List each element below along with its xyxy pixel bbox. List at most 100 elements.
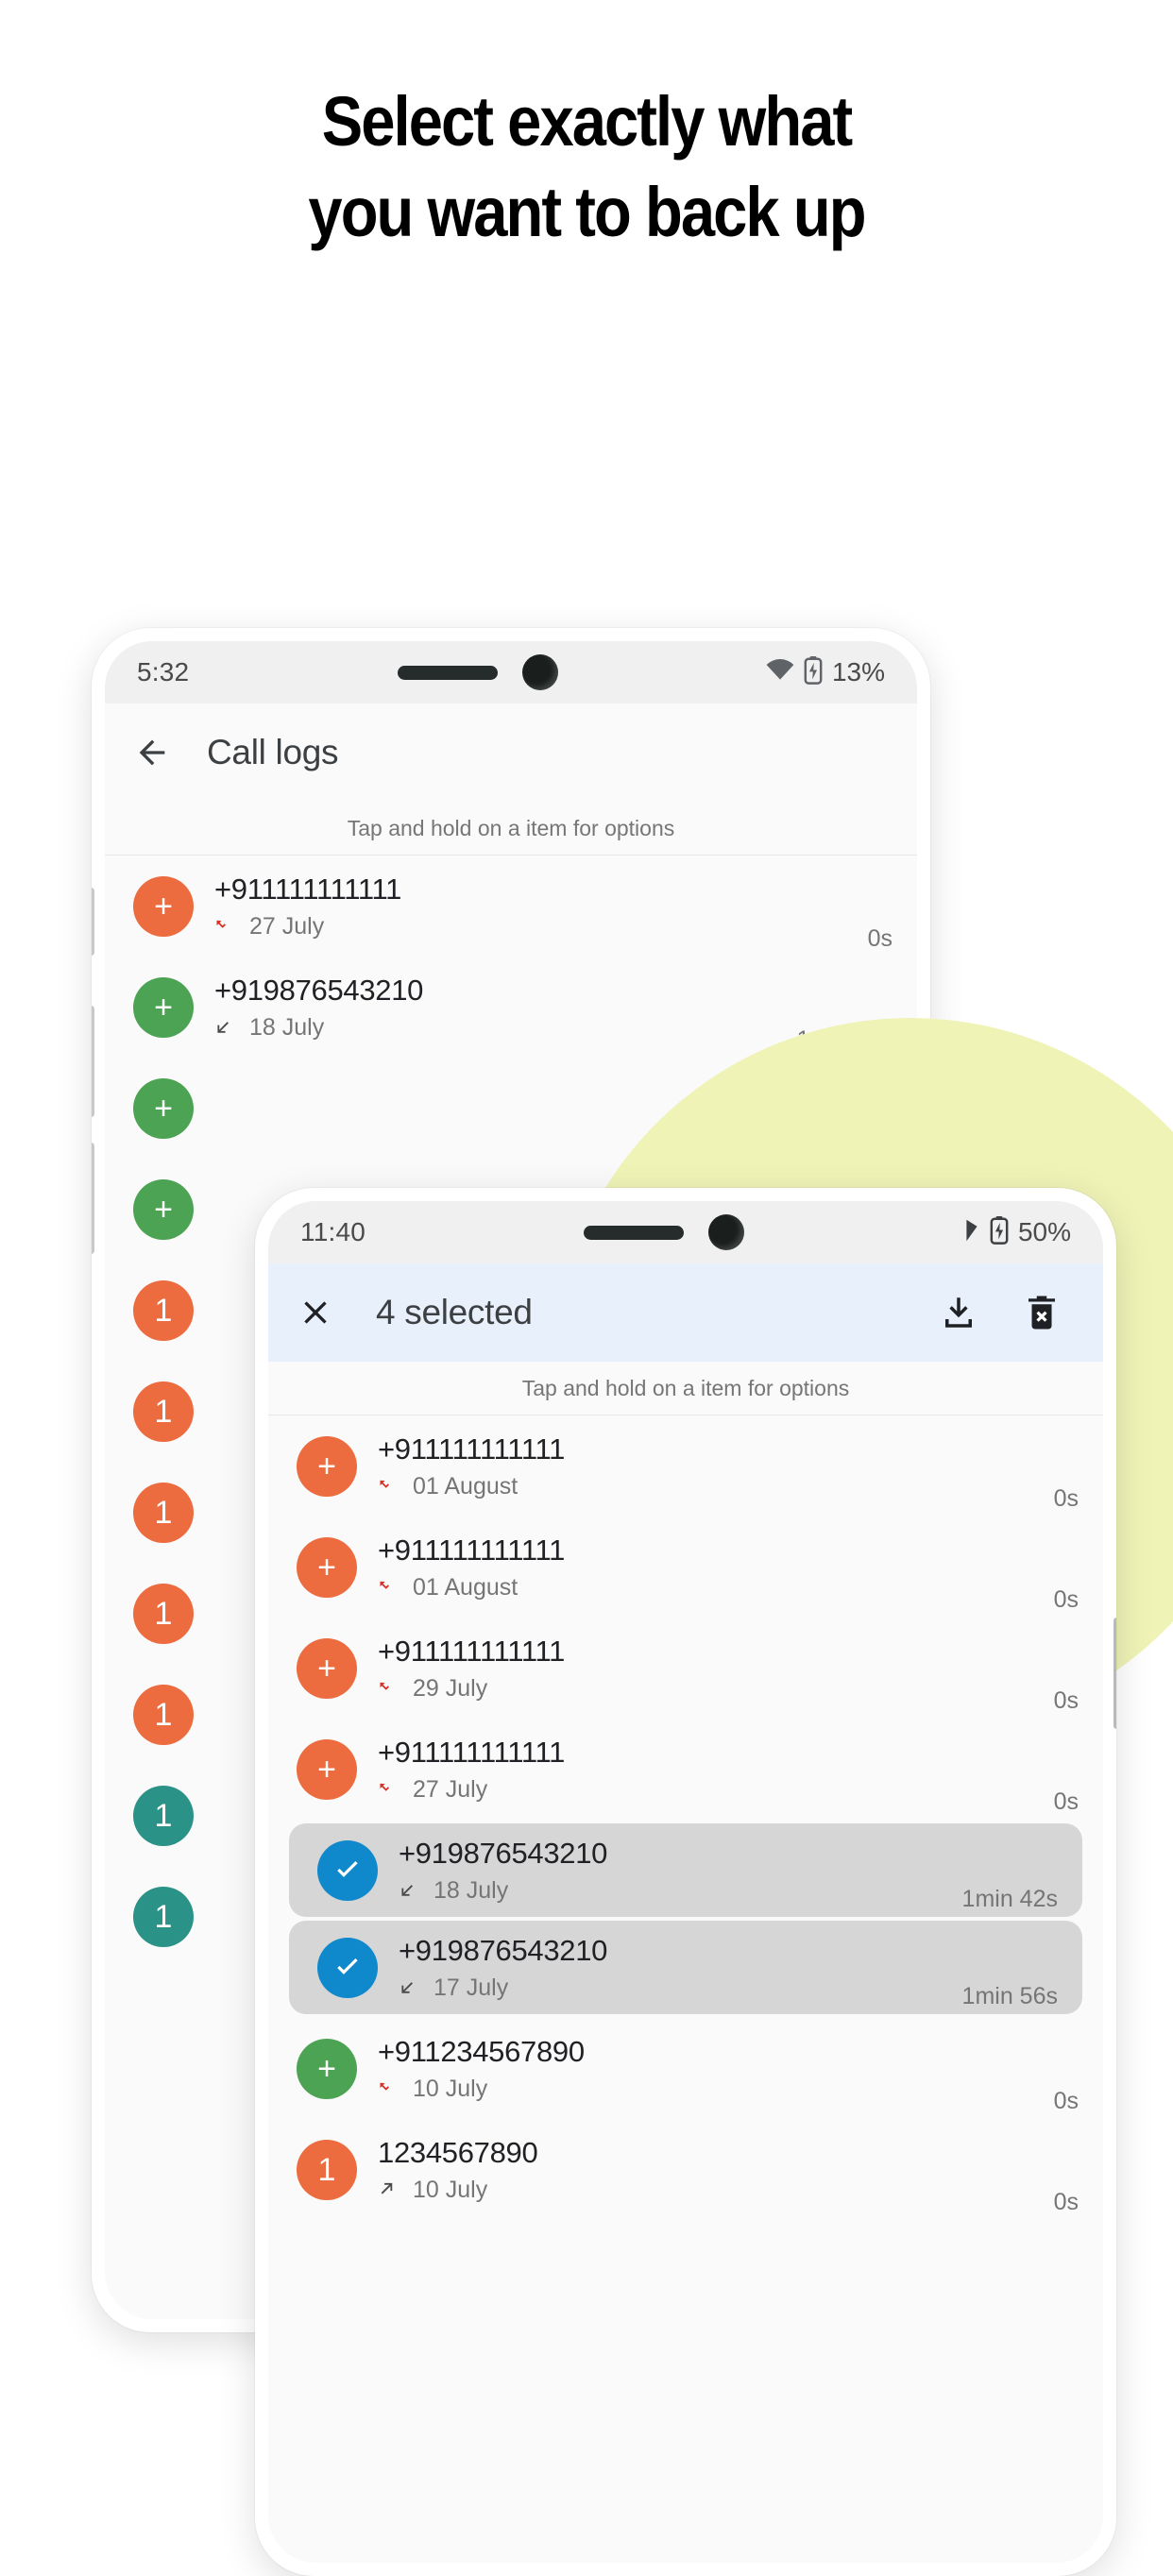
front-subtitle-bar: Tap and hold on a item for options [268,1362,1103,1415]
avatar[interactable]: 1 [133,1583,194,1644]
headline-line-2: you want to back up [308,173,866,251]
call-row-meta: 10 July [378,2076,1054,2103]
avatar[interactable]: + [133,875,194,937]
avatar[interactable]: + [297,1536,357,1598]
call-log-row[interactable]: +919876543210 17 July 1min 56s [289,1921,1082,2014]
call-duration: 0s [1053,1586,1079,1613]
close-icon[interactable] [297,1294,334,1331]
avatar[interactable]: + [297,1738,357,1800]
call-date: 18 July [249,1013,325,1041]
call-log-row[interactable]: + +911111111111 01 August 0s [268,1517,1103,1618]
avatar[interactable]: 1 [133,1886,194,1947]
call-row-body: +919876543210 18 July [399,1837,962,1905]
phone-number: 1234567890 [378,2135,538,2169]
call-row-meta: 01 August [378,1473,1054,1500]
avatar[interactable]: 1 [297,2139,357,2200]
call-log-row[interactable]: + +911111111111 27 July 0s [268,1719,1103,1820]
call-duration: 0s [1053,1687,1079,1714]
front-selection-app-bar: 4 selected [268,1263,1103,1362]
call-log-row[interactable]: + +911111111111 27 July 0s [105,856,917,957]
outgoing-call-icon [378,2180,397,2199]
call-duration: 1min 42s [961,1886,1058,1912]
selection-count-label: 4 selected [376,1293,533,1331]
call-log-row[interactable]: +919876543210 18 July 1min 42s [289,1823,1082,1917]
battery-charging-icon [804,655,823,689]
avatar[interactable]: 1 [133,1482,194,1543]
avatar[interactable]: + [297,2038,357,2099]
phone-number: +919876543210 [399,1933,608,1967]
call-duration: 0s [867,925,892,952]
phone-number: +919876543210 [399,1836,608,1870]
call-duration: 1min 56s [961,1983,1058,2009]
back-app-bar: Call logs [105,703,917,802]
back-notch-area [189,654,766,690]
back-subtitle-text: Tap and hold on a item for options [347,815,675,840]
front-battery-percent: 50% [1017,1217,1071,1246]
call-date: 17 July [434,1974,509,2001]
front-phone-mockup: 11:40 50% 4 selected Tap and hold on a i… [255,1188,1116,2576]
front-phone-screen: 11:40 50% 4 selected Tap and hold on a i… [268,1201,1103,2563]
phone-number: +911111111111 [378,1735,566,1769]
phone-volume-up-button [92,1006,94,1117]
missed-call-icon [378,1780,397,1799]
call-duration: 0s [1053,1485,1079,1512]
call-row-meta: 29 July [378,1675,1054,1703]
call-duration: 0s [1053,2088,1079,2114]
front-camera-icon [521,654,558,690]
avatar[interactable] [317,1937,378,1998]
call-row-meta: 18 July [214,1014,797,1042]
front-camera-icon [708,1214,745,1250]
call-date: 10 July [413,2075,488,2102]
call-duration: 0s [1053,2189,1079,2215]
avatar[interactable]: + [133,976,194,1038]
front-status-bar: 11:40 50% [268,1201,1103,1263]
speaker-pill-icon [397,665,498,680]
avatar[interactable]: 1 [133,1684,194,1745]
page-title: Select exactly what you want to back up [71,87,1103,247]
download-icon[interactable] [939,1293,978,1332]
avatar[interactable]: + [133,1178,194,1240]
call-row-body: 1234567890 10 July [378,2136,1054,2204]
call-row-body: +911111111111 01 August [378,1534,1054,1602]
avatar[interactable]: 1 [133,1785,194,1846]
front-status-time: 11:40 [300,1217,366,1246]
phone-number: +919876543210 [214,973,424,1007]
back-app-bar-title: Call logs [207,733,339,771]
call-log-row[interactable]: + +911234567890 10 July 0s [268,2018,1103,2119]
check-icon [337,1860,358,1877]
phone-number: +911111111111 [378,1533,566,1567]
arrow-back-icon[interactable] [133,734,171,771]
headline-line-1: Select exactly what [321,82,853,161]
phone-volume-down-button [92,1143,94,1254]
wifi-icon [766,658,794,686]
call-row-meta: 01 August [378,1574,1054,1602]
speaker-pill-icon [584,1225,685,1240]
back-status-time: 5:32 [137,657,190,686]
incoming-call-icon [399,1881,417,1900]
delete-icon[interactable] [1022,1293,1062,1332]
call-row-body: +911111111111 29 July [378,1635,1054,1703]
front-call-log-list[interactable]: + +911111111111 01 August 0s + +911111111111 0… [268,1415,1103,2220]
call-row-meta: 10 July [378,2177,1054,2204]
missed-call-icon [378,1578,397,1597]
back-status-bar: 5:32 13% [105,641,917,703]
avatar[interactable]: + [133,1077,194,1139]
call-row-meta: 17 July [399,1974,962,2002]
call-log-row[interactable]: + +911111111111 29 July 0s [268,1618,1103,1719]
front-status-icons: 50% [963,1215,1071,1249]
call-log-row[interactable]: + +911111111111 01 August 0s [268,1415,1103,1517]
call-date: 01 August [413,1472,518,1500]
avatar[interactable]: + [297,1637,357,1699]
call-row-body: +919876543210 17 July [399,1934,962,2002]
call-date: 27 July [413,1775,488,1803]
avatar[interactable]: 1 [133,1381,194,1442]
call-log-row[interactable]: 1 1234567890 10 July 0s [268,2119,1103,2220]
incoming-call-icon [214,1018,233,1037]
avatar[interactable] [317,1839,378,1901]
avatar[interactable]: 1 [133,1280,194,1341]
avatar[interactable]: + [297,1435,357,1497]
check-icon [337,1957,358,1974]
signal-icon [963,1217,980,1248]
missed-call-icon [214,917,233,936]
back-status-icons: 13% [766,655,885,689]
